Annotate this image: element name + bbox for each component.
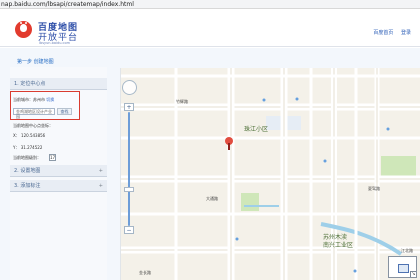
section-map-settings-label: 2. 设置地图: [14, 168, 41, 174]
xiajia-road-label: 夏驾路: [368, 186, 380, 191]
y-label: Y：: [13, 145, 20, 150]
url-text: nap.baidu.com/lbsapi/createmap/index.htm…: [1, 1, 134, 8]
section-add-markers[interactable]: 3. 添加标注 +: [10, 180, 107, 192]
baidu-home-link[interactable]: 百度首页: [373, 30, 393, 36]
paw-icon: [20, 22, 27, 32]
map-zoom-slider[interactable]: [128, 112, 130, 226]
datong-road-label: 大通路: [206, 196, 218, 201]
switch-city-link[interactable]: 切换: [46, 97, 54, 102]
center-coordinate-label: 当前地图中心点坐标：: [13, 123, 53, 128]
zoom-level-label: 当前地图级别：: [13, 155, 41, 160]
x-coordinate-row: X： 120.543856: [13, 133, 45, 139]
section-map-settings[interactable]: 2. 设置地图 +: [10, 165, 107, 177]
map-roads: [121, 68, 420, 280]
y-value: 31.274522: [20, 145, 43, 150]
current-city-label: 当前城市：: [13, 97, 33, 102]
login-link[interactable]: 登录: [401, 30, 411, 36]
section-add-markers-label: 3. 添加标注: [14, 183, 41, 189]
city-search-highlight: [10, 91, 80, 120]
x-value: 120.543856: [21, 133, 46, 138]
map-zoom-slider-knob[interactable]: [124, 187, 134, 192]
jinchang-road-label: 金长路: [139, 270, 151, 275]
site-header: 百度地图 开放平台 lbsyun.baidu.com 百度首页 登录: [0, 9, 420, 47]
map-zoom-out-button[interactable]: −: [124, 226, 134, 234]
jiangbei-road-label: 江北路: [401, 248, 413, 253]
section-locate-center-label: 1. 定位中心点: [14, 81, 46, 87]
zoom-level-value[interactable]: 17: [49, 154, 56, 161]
expand-add-markers-icon[interactable]: +: [99, 180, 103, 192]
zhuhui-road-label: 竹辉路: [176, 99, 188, 104]
map-pan-control[interactable]: [122, 80, 137, 95]
step-title: 第一步 创建地图: [17, 59, 54, 65]
map-canvas[interactable]: + − 竹辉路 珠江小区 苏州木渎 南兴工业区 夏驾路 大通路 金长路 江北路 …: [120, 68, 420, 280]
overview-toggle-icon[interactable]: ↘: [410, 271, 416, 277]
current-city-value: 苏州市: [33, 97, 45, 102]
map-zoom-in-button[interactable]: +: [124, 103, 134, 111]
header-links: 百度首页 登录: [367, 29, 411, 36]
current-city-row: 当前城市：苏州市 切换: [13, 97, 54, 103]
y-coordinate-row: Y： 31.274522: [13, 145, 42, 151]
section-locate-center[interactable]: 1. 定位中心点: [10, 78, 107, 90]
expand-map-settings-icon[interactable]: +: [99, 165, 103, 177]
browser-url-bar[interactable]: nap.baidu.com/lbsapi/createmap/index.htm…: [0, 0, 420, 9]
map-overview-window[interactable]: ↘: [388, 256, 417, 278]
location-search-input[interactable]: 金鸡湖地区设计产业园: [13, 108, 55, 119]
search-button[interactable]: 查找: [57, 108, 72, 115]
nanxing-industrial-zone-label: 南兴工业区: [323, 242, 354, 249]
zhujiang-district-label: 珠江小区: [244, 126, 269, 133]
baidu-logo-icon: [15, 21, 32, 38]
location-marker-icon[interactable]: [225, 137, 233, 150]
logo-url: lbsyun.baidu.com: [39, 41, 71, 45]
overview-viewport[interactable]: [398, 264, 409, 273]
x-label: X：: [13, 133, 20, 138]
